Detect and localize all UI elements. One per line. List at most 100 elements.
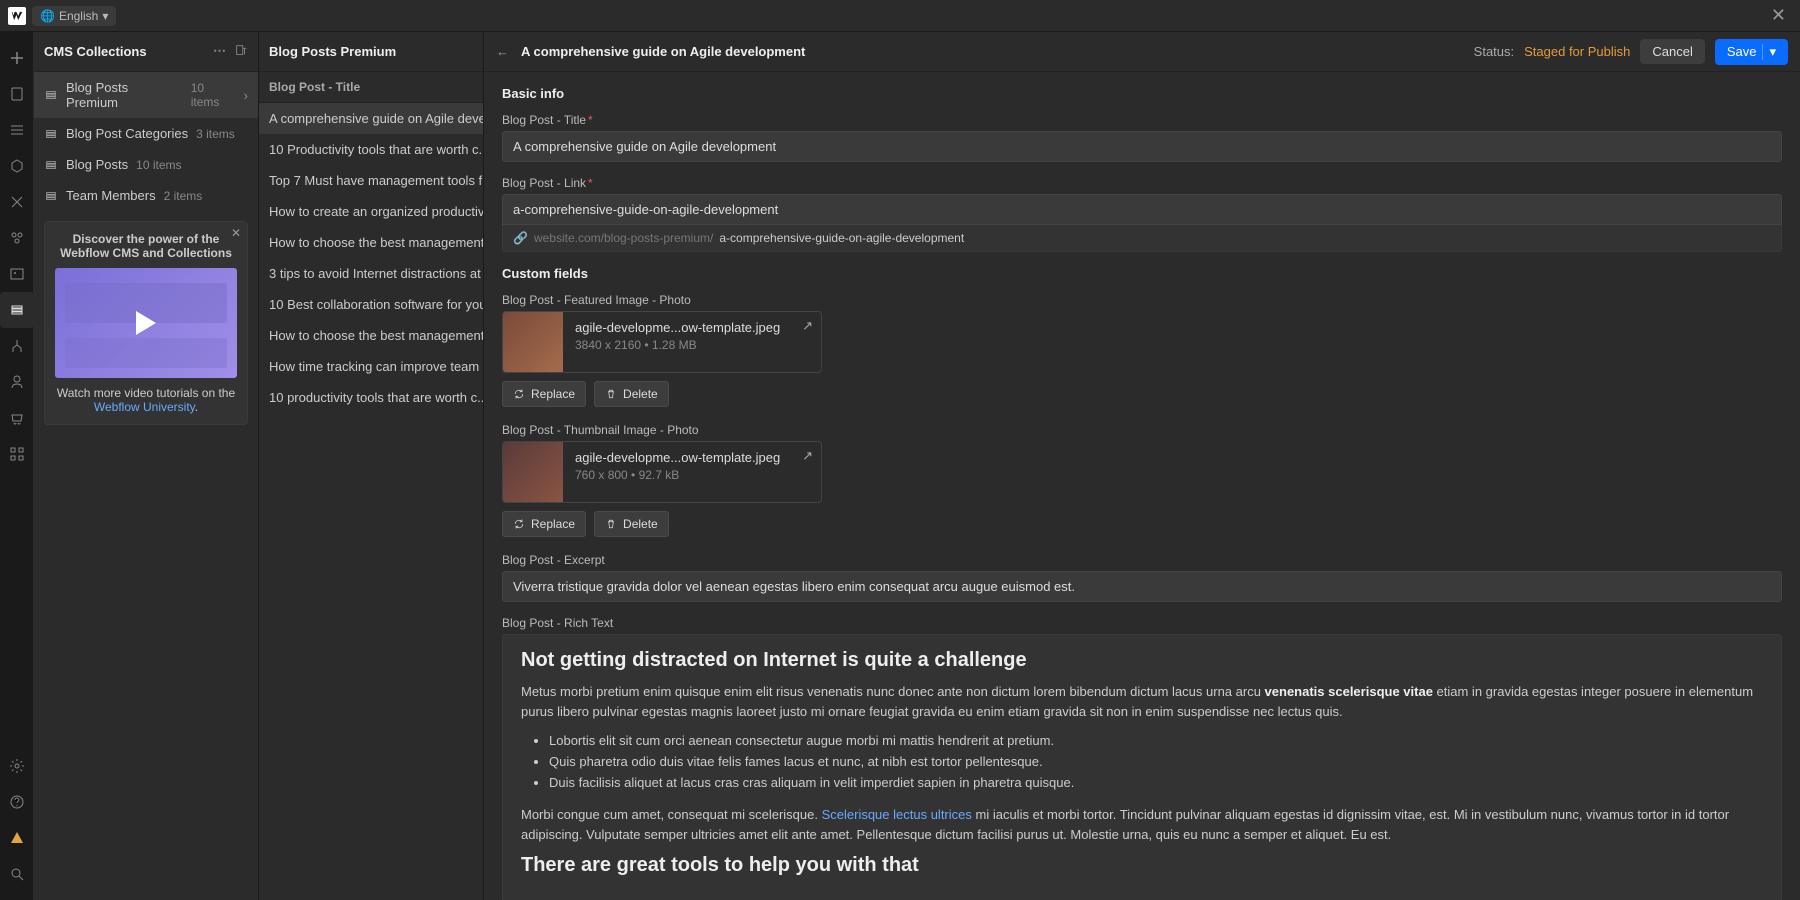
expand-icon[interactable]: ↗ — [802, 318, 813, 334]
collection-item[interactable]: Blog Post Categories 3 items — [34, 118, 258, 149]
components-icon[interactable] — [0, 148, 34, 184]
back-button[interactable]: ← — [496, 44, 509, 59]
excerpt-input[interactable] — [502, 571, 1782, 602]
item-row-label: 10 Productivity tools that are worth c..… — [269, 142, 483, 157]
replace-button[interactable]: Replace — [502, 511, 586, 537]
field-label-thumb: Blog Post - Thumbnail Image - Photo — [502, 423, 1782, 437]
promo-link[interactable]: Webflow University — [94, 400, 195, 414]
play-icon — [136, 311, 156, 335]
promo-video[interactable] — [55, 268, 237, 378]
cancel-button[interactable]: Cancel — [1640, 39, 1704, 64]
language-selector[interactable]: 🌐 English ▾ — [32, 6, 116, 26]
cms-item-row[interactable]: How time tracking can improve team ... — [259, 351, 483, 382]
cms-item-row[interactable]: 3 tips to avoid Internet distractions at… — [259, 258, 483, 289]
globe-icon: 🌐 — [40, 9, 55, 23]
ecommerce-icon[interactable] — [0, 400, 34, 436]
cms-item-row[interactable]: How to create an organized productiv... — [259, 196, 483, 227]
collections-header: CMS Collections ⋯ — [34, 32, 258, 72]
apps-icon[interactable] — [0, 436, 34, 472]
rich-list-item: Duis facilisis aliquet at lacus cras cra… — [549, 773, 1763, 794]
cms-item-row[interactable]: 10 Productivity tools that are worth c..… — [259, 134, 483, 165]
save-button[interactable]: Save▾ — [1715, 39, 1788, 65]
slug-input[interactable] — [502, 194, 1782, 225]
nav-rail — [0, 32, 34, 900]
item-title: A comprehensive guide on Agile developme… — [521, 44, 805, 59]
promo-title: Discover the power of the Webflow CMS an… — [55, 232, 237, 260]
rich-paragraph: Morbi congue cum amet, consequat mi scel… — [521, 805, 1763, 844]
settings-icon[interactable] — [0, 748, 34, 784]
item-row-label: Top 7 Must have management tools f... — [269, 173, 483, 188]
cms-item-row[interactable]: How to choose the best management... — [259, 227, 483, 258]
webflow-logo[interactable] — [8, 7, 26, 25]
collection-icon — [44, 127, 58, 141]
replace-button[interactable]: Replace — [502, 381, 586, 407]
field-label-excerpt: Blog Post - Excerpt — [502, 553, 1782, 567]
collection-item[interactable]: Blog Posts 10 items — [34, 149, 258, 180]
promo-close[interactable]: ✕ — [231, 226, 241, 240]
delete-button[interactable]: Delete — [594, 511, 669, 537]
item-row-label: How to create an organized productiv... — [269, 204, 483, 219]
delete-button[interactable]: Delete — [594, 381, 669, 407]
featured-dims: 3840 x 2160 • 1.28 MB — [575, 338, 809, 352]
more-icon[interactable]: ⋯ — [213, 43, 226, 60]
page-icon[interactable] — [0, 76, 34, 112]
cms-item-row[interactable]: 10 productivity tools that are worth c..… — [259, 382, 483, 413]
search-icon[interactable] — [0, 856, 34, 892]
collection-item[interactable]: Team Members 2 items — [34, 180, 258, 211]
expand-icon[interactable]: ↗ — [802, 448, 813, 464]
chevron-down-icon[interactable]: ▾ — [1762, 44, 1776, 60]
collection-count: 10 items — [136, 158, 181, 172]
cms-item-row[interactable]: How to choose the best management... — [259, 320, 483, 351]
field-label-featured: Blog Post - Featured Image - Photo — [502, 293, 1782, 307]
collection-name: Blog Posts Premium — [66, 80, 183, 110]
cms-item-row[interactable]: Top 7 Must have management tools f... — [259, 165, 483, 196]
item-row-label: A comprehensive guide on Agile deve... — [269, 111, 483, 126]
cms-icon[interactable] — [0, 292, 34, 328]
item-row-label: 10 productivity tools that are worth c..… — [269, 390, 483, 405]
status-label: Status: — [1474, 44, 1514, 59]
thumb-thumb[interactable] — [503, 442, 563, 502]
items-sort-header[interactable]: Blog Post - Title — [259, 72, 483, 103]
collections-title: CMS Collections — [44, 44, 147, 59]
rich-list-item: Quis pharetra odio duis vitae felis fame… — [549, 752, 1763, 773]
collection-name: Blog Post Categories — [66, 126, 188, 141]
editor-header: ← A comprehensive guide on Agile develop… — [484, 32, 1800, 72]
styles-icon[interactable] — [0, 220, 34, 256]
cms-item-row[interactable]: 10 Best collaboration software for you..… — [259, 289, 483, 320]
section-basic-info: Basic info — [502, 86, 1782, 101]
featured-thumb[interactable] — [503, 312, 563, 372]
add-icon[interactable] — [0, 40, 34, 76]
thumb-dims: 760 x 800 • 92.7 kB — [575, 468, 809, 482]
field-label-title: Blog Post - Title — [502, 113, 586, 127]
users-icon[interactable] — [0, 364, 34, 400]
close-button[interactable]: ✕ — [1765, 5, 1792, 26]
variables-icon[interactable] — [0, 184, 34, 220]
rich-link[interactable]: Scelerisque lectus ultrices — [822, 807, 972, 822]
field-label-richtext: Blog Post - Rich Text — [502, 616, 1782, 630]
item-row-label: How to choose the best management... — [269, 235, 483, 250]
richtext-editor[interactable]: Not getting distracted on Internet is qu… — [502, 634, 1782, 900]
new-collection-icon[interactable] — [234, 43, 248, 60]
title-input[interactable] — [502, 131, 1782, 162]
help-icon[interactable] — [0, 784, 34, 820]
promo-card: ✕ Discover the power of the Webflow CMS … — [44, 221, 248, 425]
language-label: English — [59, 9, 98, 23]
link-icon: 🔗 — [513, 231, 528, 245]
promo-footer: Watch more video tutorials on the Webflo… — [55, 386, 237, 414]
item-row-label: 10 Best collaboration software for you..… — [269, 297, 483, 312]
collection-icon — [44, 189, 58, 203]
collection-item[interactable]: Blog Posts Premium 10 items› — [34, 72, 258, 118]
audit-icon[interactable] — [0, 820, 34, 856]
logic-icon[interactable] — [0, 328, 34, 364]
cms-item-row[interactable]: A comprehensive guide on Agile deve...› — [259, 103, 483, 134]
collection-name: Team Members — [66, 188, 156, 203]
chevron-right-icon: › — [244, 88, 248, 103]
assets-icon[interactable] — [0, 256, 34, 292]
thumb-image-card: agile-developme...ow-template.jpeg 760 x… — [502, 441, 822, 503]
layout-icon[interactable] — [0, 112, 34, 148]
collection-icon — [44, 88, 58, 102]
featured-filename: agile-developme...ow-template.jpeg — [575, 320, 809, 335]
rich-heading: Not getting distracted on Internet is qu… — [521, 649, 1763, 672]
collection-icon — [44, 158, 58, 172]
item-row-label: How to choose the best management... — [269, 328, 483, 343]
